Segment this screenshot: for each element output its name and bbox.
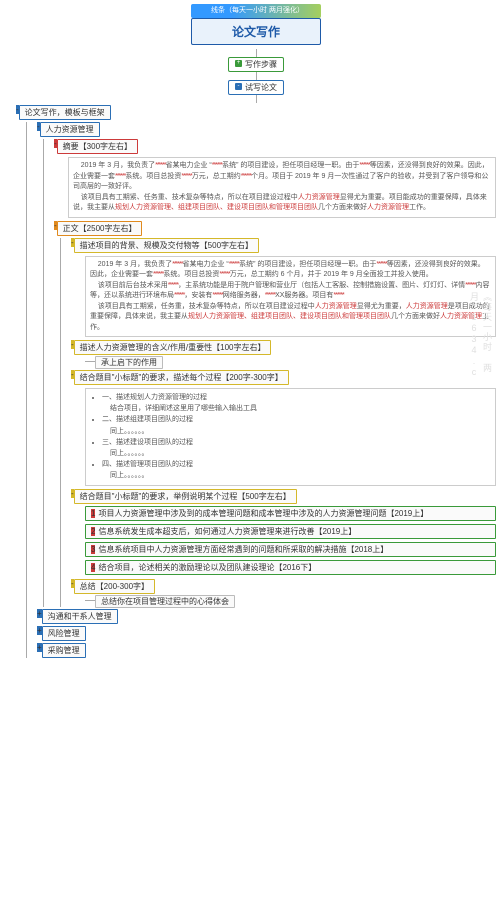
title-banner: 线条（每天一小时 两月强化） bbox=[191, 4, 321, 18]
abstract-node[interactable]: 摘要【300字左右】 bbox=[57, 139, 138, 154]
bg-node[interactable]: 描述项目的背景、规模及交付物等【500字左右】 bbox=[74, 238, 259, 253]
section-hr[interactable]: 人力资源管理 bbox=[40, 122, 100, 137]
section-proc[interactable]: 采购管理 bbox=[42, 643, 86, 658]
title-box: 线条（每天一小时 两月强化） 论文写作 bbox=[191, 4, 321, 45]
root-node[interactable]: 论文写作，模板与框架 bbox=[19, 105, 111, 120]
summary-note: 总结你在项目管理过程中的心得体会 bbox=[95, 595, 235, 608]
meaning-note: 承上启下的作用 bbox=[95, 356, 163, 369]
example-item[interactable]: 3信息系统项目中人力资源管理方面经常遇到的问题和所采取的解决措施【2018上】 bbox=[85, 542, 496, 557]
abstract-text: 2019 年 3 月，我负责了******省某电力企业 “******系统” 的… bbox=[68, 157, 496, 218]
section-comm[interactable]: 沟通和干系人管理 bbox=[42, 609, 118, 624]
meaning-node[interactable]: 描述人力资源管理的含义/作用/重要性【100字左右】 bbox=[74, 340, 272, 355]
section-risk[interactable]: 风险管理 bbox=[42, 626, 86, 641]
process-node[interactable]: 结合题目"小标题"的要求，描述每个过程【200字-300字】 bbox=[74, 370, 289, 385]
example-item[interactable]: 1项目人力资源管理中涉及到的成本管理问题和成本管理中涉及的人力资源管理问题【20… bbox=[85, 506, 496, 521]
main-title: 论文写作 bbox=[191, 18, 321, 45]
bg-text: 2019 年 3 月，我负责了******省某电力企业 “******系统” 的… bbox=[85, 256, 496, 338]
example-node[interactable]: 结合题目"小标题"的要求，举例说明某个过程【500字左右】 bbox=[74, 489, 297, 504]
example-list: 1项目人力资源管理中涉及到的成本管理问题和成本管理中涉及的人力资源管理问题【20… bbox=[85, 506, 496, 575]
process-text: 一、描述规划人力资源管理的过程 结合项目，详细阐述这里用了哪些输入输出工具 二、… bbox=[85, 388, 496, 486]
example-item[interactable]: 4结合项目，论述相关的激励理论以及团队建设理论【2016下】 bbox=[85, 560, 496, 575]
summary-node[interactable]: 总结【200-300字】 bbox=[74, 579, 155, 594]
try-chip[interactable]: -试写论文 bbox=[228, 80, 284, 95]
body-node[interactable]: 正文【2500字左右】 bbox=[57, 221, 143, 236]
example-item[interactable]: 2信息系统发生成本超支后，如何通过人力资源管理来进行改善【2019上】 bbox=[85, 524, 496, 539]
steps-chip[interactable]: +写作步骤 bbox=[228, 57, 284, 72]
mindmap-root: 《每天一小时 两月》1634.c 线条（每天一小时 两月强化） 论文写作 +写作… bbox=[0, 0, 500, 664]
